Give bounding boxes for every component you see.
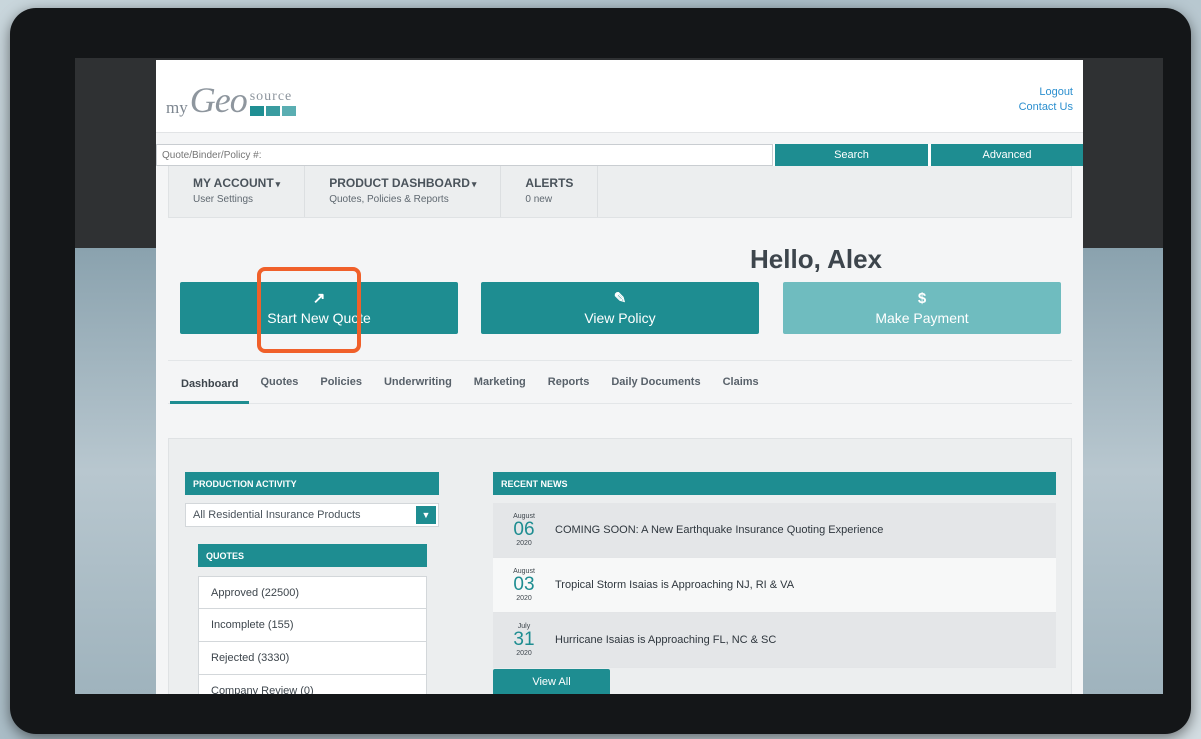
top-navigation: MY ACCOUNT ▾ User Settings PRODUCT DASHBO… bbox=[168, 166, 1072, 218]
recent-news-header: RECENT NEWS bbox=[493, 472, 1056, 495]
logo-prefix: my bbox=[166, 98, 188, 117]
quotes-header: QUOTES bbox=[198, 544, 427, 567]
dollar-icon: $ bbox=[917, 289, 927, 307]
news-item[interactable]: August 06 2020 COMING SOON: A New Earthq… bbox=[493, 503, 1056, 558]
dashboard-tabs: Dashboard Quotes Policies Underwriting M… bbox=[168, 360, 1072, 404]
news-item[interactable]: August 03 2020 Tropical Storm Isaias is … bbox=[493, 558, 1056, 613]
nav-alerts-title: ALERTS bbox=[525, 176, 574, 190]
nav-alerts[interactable]: ALERTS 0 new bbox=[501, 166, 599, 217]
tab-marketing[interactable]: Marketing bbox=[463, 361, 537, 403]
nav-alerts-sub: 0 new bbox=[525, 194, 553, 205]
news-day: 06 bbox=[513, 519, 535, 540]
logo-main: Geo bbox=[189, 80, 248, 120]
tab-policies[interactable]: Policies bbox=[309, 361, 373, 403]
policy-search-input[interactable] bbox=[156, 144, 773, 166]
news-headline[interactable]: Hurricane Isaias is Approaching FL, NC &… bbox=[555, 634, 776, 646]
edit-icon: ✎ bbox=[613, 289, 627, 307]
news-headline[interactable]: COMING SOON: A New Earthquake Insurance … bbox=[555, 524, 883, 536]
logo-suffix-group: source bbox=[249, 89, 296, 118]
caret-down-icon[interactable]: ▼ bbox=[416, 506, 436, 524]
news-date: August 03 2020 bbox=[493, 568, 555, 602]
nav-product-dashboard[interactable]: PRODUCT DASHBOARD ▾ Quotes, Policies & Re… bbox=[305, 166, 502, 217]
quotes-list: Approved (22500) Incomplete (155) Reject… bbox=[198, 576, 427, 694]
chevron-down-icon: ▾ bbox=[471, 179, 477, 189]
news-list: August 06 2020 COMING SOON: A New Earthq… bbox=[493, 503, 1056, 668]
news-item[interactable]: July 31 2020 Hurricane Isaias is Approac… bbox=[493, 613, 1056, 668]
nav-my-account-sub: User Settings bbox=[193, 194, 254, 205]
chevron-down-icon: ▾ bbox=[275, 179, 281, 189]
news-year: 2020 bbox=[516, 540, 532, 547]
tab-claims[interactable]: Claims bbox=[712, 361, 770, 403]
web-page: my Geo source Logout Contact Us Search A… bbox=[156, 60, 1083, 694]
view-policy-label: View Policy bbox=[584, 309, 656, 326]
news-year: 2020 bbox=[516, 650, 532, 657]
view-all-news-button[interactable]: View All bbox=[493, 669, 610, 694]
tab-quotes[interactable]: Quotes bbox=[249, 361, 309, 403]
product-select[interactable]: All Residential Insurance Products ▼ bbox=[185, 503, 439, 527]
contact-us-link[interactable]: Contact Us bbox=[1019, 100, 1073, 115]
news-date: July 31 2020 bbox=[493, 623, 555, 657]
quote-status-approved[interactable]: Approved (22500) bbox=[198, 576, 427, 609]
tablet-frame: my Geo source Logout Contact Us Search A… bbox=[10, 8, 1191, 734]
make-payment-button[interactable]: $ Make Payment bbox=[783, 282, 1061, 334]
advanced-search-button[interactable]: Advanced bbox=[931, 144, 1083, 166]
quote-status-company-review[interactable]: Company Review (0) bbox=[198, 675, 427, 694]
external-link-icon: ↗ bbox=[312, 289, 326, 307]
tablet-screen: my Geo source Logout Contact Us Search A… bbox=[75, 58, 1163, 694]
header-links: Logout Contact Us bbox=[1019, 85, 1073, 115]
tab-dashboard[interactable]: Dashboard bbox=[170, 361, 250, 404]
start-new-quote-button[interactable]: ↗ Start New Quote bbox=[180, 282, 458, 334]
logo-suffix: source bbox=[249, 89, 293, 104]
quote-status-incomplete[interactable]: Incomplete (155) bbox=[198, 609, 427, 642]
search-bar: Search Advanced bbox=[156, 144, 1083, 166]
nav-my-account[interactable]: MY ACCOUNT ▾ User Settings bbox=[169, 166, 306, 217]
news-day: 31 bbox=[513, 629, 535, 650]
production-activity-header: PRODUCTION ACTIVITY bbox=[185, 472, 439, 495]
product-select-value: All Residential Insurance Products bbox=[193, 509, 361, 521]
tab-reports[interactable]: Reports bbox=[537, 361, 601, 403]
news-year: 2020 bbox=[516, 595, 532, 602]
news-headline[interactable]: Tropical Storm Isaias is Approaching NJ,… bbox=[555, 579, 794, 591]
search-button[interactable]: Search bbox=[775, 144, 928, 166]
nav-my-account-title: MY ACCOUNT bbox=[193, 176, 274, 190]
tab-daily-documents[interactable]: Daily Documents bbox=[600, 361, 711, 403]
logout-link[interactable]: Logout bbox=[1019, 85, 1073, 100]
mygeosource-logo[interactable]: my Geo source bbox=[166, 78, 296, 118]
site-header: my Geo source Logout Contact Us bbox=[156, 60, 1083, 133]
view-policy-button[interactable]: ✎ View Policy bbox=[481, 282, 759, 334]
news-day: 03 bbox=[513, 574, 535, 595]
greeting: Hello, Alex bbox=[156, 244, 1083, 275]
tab-underwriting[interactable]: Underwriting bbox=[373, 361, 463, 403]
dashboard-content: PRODUCTION ACTIVITY All Residential Insu… bbox=[168, 438, 1072, 694]
greeting-text: Hello, Alex bbox=[750, 244, 882, 274]
start-new-quote-label: Start New Quote bbox=[267, 309, 371, 326]
nav-product-dashboard-title: PRODUCT DASHBOARD bbox=[329, 176, 470, 190]
logo-blocks-icon bbox=[249, 106, 296, 116]
news-date: August 06 2020 bbox=[493, 513, 555, 547]
quote-status-rejected[interactable]: Rejected (3330) bbox=[198, 642, 427, 675]
make-payment-label: Make Payment bbox=[875, 309, 969, 326]
nav-product-dashboard-sub: Quotes, Policies & Reports bbox=[329, 194, 449, 205]
